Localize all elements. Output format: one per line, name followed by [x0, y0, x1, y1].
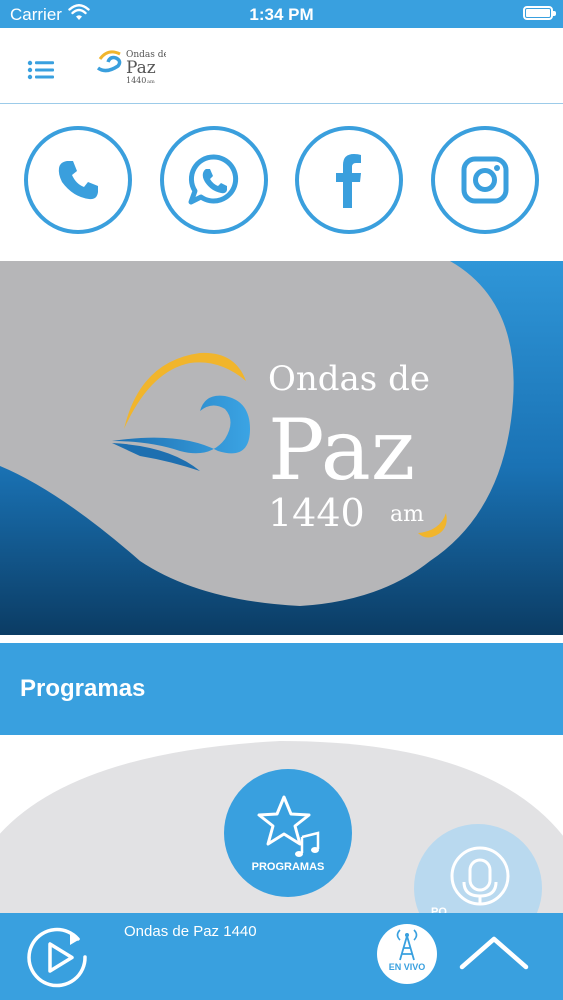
banner-title-suffix: am: [390, 502, 424, 527]
instagram-icon: [461, 156, 509, 204]
banner-title-line3: 1440: [268, 491, 365, 535]
section-header: Programas: [0, 643, 563, 735]
radio-tower-icon: [396, 929, 418, 961]
play-replay-icon[interactable]: [26, 925, 90, 989]
facebook-button[interactable]: [295, 126, 403, 234]
section-title: Programas: [20, 675, 146, 702]
whatsapp-icon: [188, 154, 239, 205]
banner-title-line1: Ondas de: [268, 359, 430, 399]
header-logo-suffix: am: [147, 79, 155, 85]
programas-label: PROGRAMAS: [251, 861, 325, 873]
menu-list-icon[interactable]: [27, 60, 55, 80]
live-label: EN VIVO: [388, 962, 426, 972]
social-buttons: [0, 106, 563, 261]
header-logo: Ondas de Paz 1440 am: [96, 50, 166, 85]
status-bar: Carrier 1:34 PM: [0, 0, 563, 28]
whatsapp-button[interactable]: [160, 126, 268, 234]
instagram-button[interactable]: [431, 126, 539, 234]
phone-icon: [58, 161, 98, 200]
star-music-icon: [257, 795, 320, 857]
programas-button[interactable]: PROGRAMAS: [224, 769, 352, 897]
phone-button[interactable]: [24, 126, 132, 234]
player-bar: Ondas de Paz 1440 EN VIVO: [0, 913, 563, 1000]
station-banner: Ondas de Paz 1440 am: [0, 261, 563, 635]
banner-graphic: Ondas de Paz 1440 am: [0, 261, 563, 635]
facebook-icon: [336, 154, 361, 208]
header-logo-line3: 1440: [126, 76, 146, 85]
clock: 1:34 PM: [249, 5, 314, 24]
header-logo-line2: Paz: [126, 58, 156, 78]
microphone-icon: [450, 846, 510, 906]
podcast-button[interactable]: PO: [414, 824, 542, 914]
banner-title-line2: Paz: [268, 401, 415, 499]
live-button[interactable]: EN VIVO: [377, 924, 437, 984]
app-header: Ondas de Paz 1440 am: [0, 28, 563, 104]
battery-icon: [523, 6, 556, 20]
programs-carousel[interactable]: PROGRAMAS PO: [0, 736, 563, 914]
chevron-up-icon[interactable]: [458, 933, 530, 973]
player-title: Ondas de Paz 1440: [124, 923, 257, 940]
